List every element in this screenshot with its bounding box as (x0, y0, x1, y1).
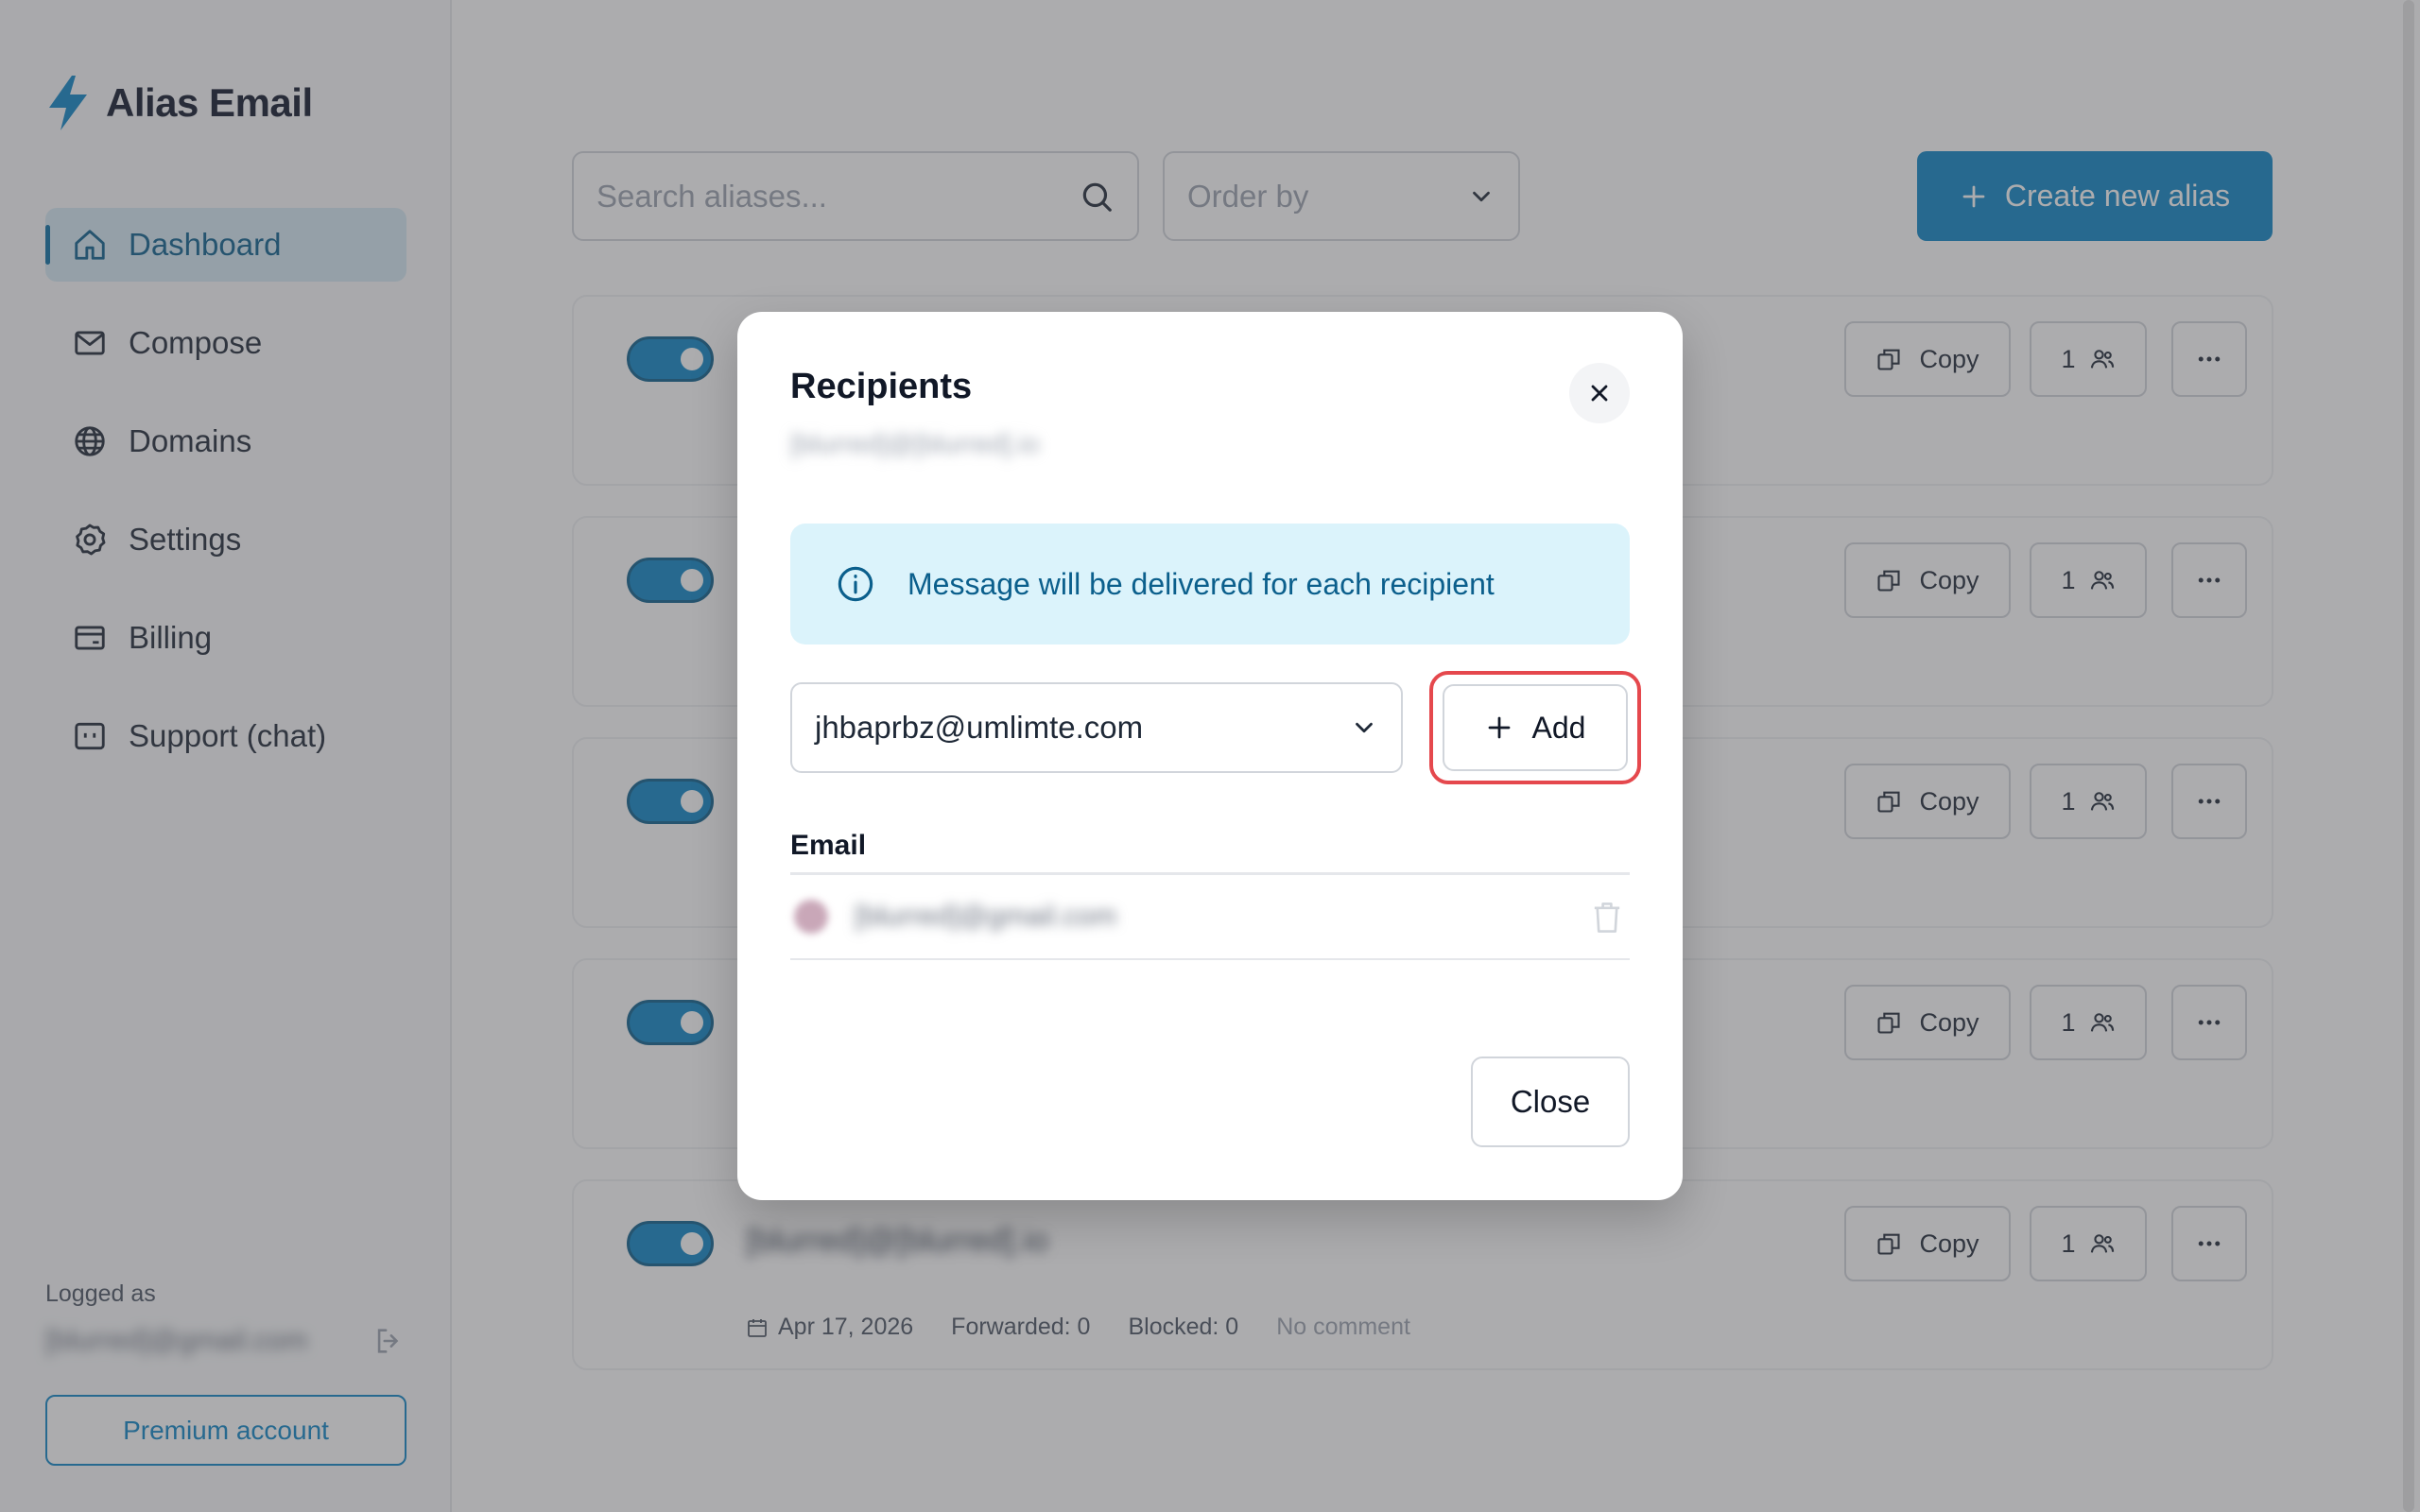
trash-icon[interactable] (1590, 900, 1624, 936)
recipient-select[interactable]: jhbaprbz@umlimte.com (790, 682, 1403, 773)
recipients-dialog: Recipients [blurred]@[blurred].io Messag… (737, 312, 1683, 1200)
plus-icon (1488, 716, 1510, 739)
info-alert-text: Message will be delivered for each recip… (908, 566, 1495, 601)
close-button[interactable]: Close (1471, 1057, 1630, 1147)
email-column-header: Email (790, 830, 1630, 875)
dialog-title: Recipients (790, 367, 973, 406)
add-recipient-button[interactable]: Add (1443, 684, 1628, 771)
info-alert: Message will be delivered for each recip… (790, 524, 1630, 644)
dialog-close-button[interactable] (1569, 363, 1630, 423)
recipient-select-value: jhbaprbz@umlimte.com (815, 710, 1144, 745)
info-icon (838, 566, 873, 602)
add-recipient-label: Add (1531, 710, 1586, 745)
recipient-email: [blurred]@gmail.com (855, 901, 1117, 932)
dialog-subtitle: [blurred]@[blurred].io (790, 429, 1040, 458)
avatar (794, 900, 828, 934)
table-row: [blurred]@gmail.com (790, 875, 1630, 960)
chevron-down-icon (1356, 722, 1373, 733)
close-icon (1591, 385, 1608, 402)
page-scrollbar[interactable] (2403, 0, 2414, 1512)
add-button-highlight: Add (1429, 671, 1641, 784)
